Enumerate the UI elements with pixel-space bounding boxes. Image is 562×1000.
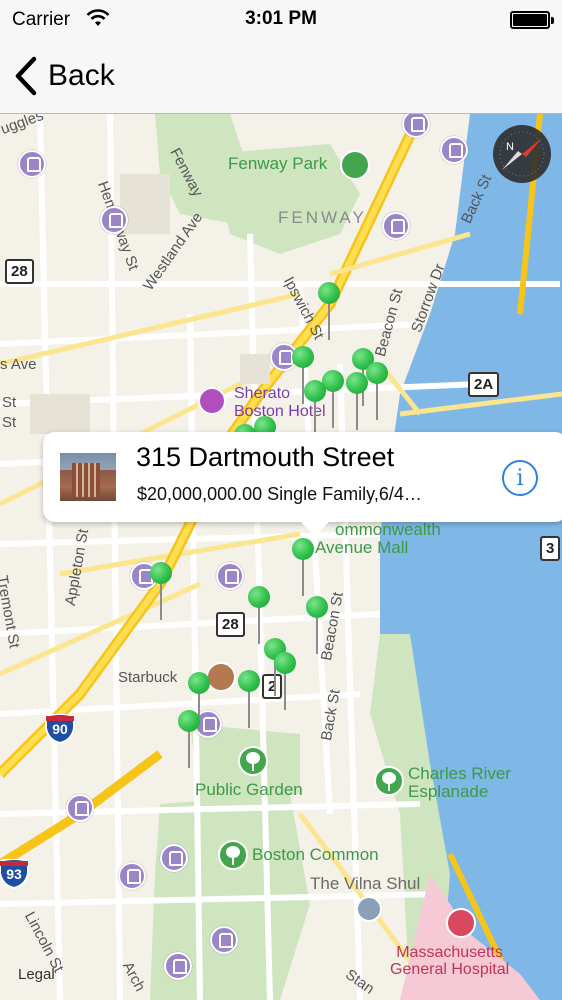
property-pin[interactable] [274, 652, 296, 710]
park-label-charles-river-2: Esplanade [408, 782, 489, 801]
pin-stick [332, 390, 334, 428]
pin-stick [248, 690, 250, 728]
hospital-icon [446, 908, 476, 938]
transit-station-icon[interactable] [440, 136, 468, 164]
pin-head [178, 710, 200, 732]
transit-station-icon[interactable] [18, 150, 46, 178]
pin-stick [188, 730, 190, 768]
pin-stick [302, 558, 304, 596]
property-pin[interactable] [346, 372, 368, 430]
transit-station-icon[interactable] [210, 926, 238, 954]
park-icon [238, 746, 268, 776]
pin-head [292, 538, 314, 560]
pin-head [238, 670, 260, 692]
poi-label-mgh-1: Massachusetts [396, 944, 503, 961]
interstate-shield-93: 93 [0, 858, 30, 890]
property-callout[interactable]: 315 Dartmouth Street $20,000,000.00 Sing… [43, 432, 562, 536]
route-shield-3-right: 3 [540, 536, 561, 561]
callout-subtitle: $20,000,000.00 Single Family,6/4… [137, 484, 422, 504]
property-pin[interactable] [178, 710, 200, 768]
pin-stick [258, 606, 260, 644]
transit-station-icon[interactable] [382, 212, 410, 240]
park-icon [374, 766, 404, 796]
pin-stick [316, 616, 318, 654]
property-pin[interactable] [188, 672, 210, 730]
property-pin[interactable] [304, 380, 326, 438]
pin-head [188, 672, 210, 694]
route-shield-28-left: 28 [5, 259, 34, 284]
back-button[interactable]: Back [12, 52, 115, 100]
interstate-shield-90: 90 [44, 713, 76, 745]
poi-label-vilna-shul: The Vilna Shul [310, 874, 421, 893]
transit-station-icon[interactable] [66, 794, 94, 822]
property-pin[interactable] [318, 282, 340, 340]
pin-head [274, 652, 296, 674]
status-bar: Carrier 3:01 PM [0, 0, 562, 40]
callout-title: 315 Dartmouth Street [136, 442, 395, 472]
info-glyph: i [516, 466, 524, 491]
park-label-public-garden: Public Garden [195, 780, 303, 799]
navigation-bar: Back [0, 40, 562, 114]
landmark-icon [356, 896, 382, 922]
park-label-boston-common: Boston Common [252, 845, 379, 864]
stadium-icon [340, 150, 370, 180]
map-view[interactable]: uggles Fenway Hemenway St FENWAY Fenway … [0, 114, 562, 1000]
battery-icon [510, 11, 554, 29]
pin-stick [356, 392, 358, 430]
property-thumbnail [60, 453, 116, 501]
status-time: 3:01 PM [245, 8, 317, 29]
pin-stick [328, 302, 330, 340]
transit-station-icon[interactable] [100, 206, 128, 234]
street-label-st-1: St [2, 394, 17, 411]
hotel-icon [198, 387, 226, 415]
pin-head [248, 586, 270, 608]
pin-stick [160, 582, 162, 620]
poi-label-mgh: Massachusetts General Hospital [390, 944, 509, 978]
park-label-fenway-park: Fenway Park [228, 154, 328, 173]
park-label-commonwealth-2: Avenue Mall [315, 538, 409, 557]
area-label-fenway: FENWAY [278, 208, 367, 227]
pin-head [306, 596, 328, 618]
poi-label-sheraton-2: Boston Hotel [234, 403, 326, 420]
route-shield-2a: 2A [468, 372, 500, 397]
poi-label-sheraton-1: Sherato [234, 385, 291, 402]
transit-station-icon[interactable] [164, 952, 192, 980]
info-icon[interactable]: i [502, 460, 538, 496]
park-icon [218, 840, 248, 870]
street-label-st-2: St [2, 414, 17, 431]
pin-head [304, 380, 326, 402]
street-label-s-ave: s Ave [0, 356, 37, 373]
compass-icon[interactable]: N [492, 124, 552, 184]
pin-head [150, 562, 172, 584]
poi-label-starbucks: Starbuck [118, 669, 178, 686]
back-button-label: Back [48, 59, 115, 92]
transit-station-icon[interactable] [216, 562, 244, 590]
pin-head [366, 362, 388, 384]
pin-head [292, 346, 314, 368]
pin-stick [284, 672, 286, 710]
park-label-charles-river-1: Charles River [408, 764, 511, 783]
route-shield-2-mid: 2 [262, 674, 283, 699]
pin-head [318, 282, 340, 304]
chevron-left-icon [15, 56, 37, 96]
property-pin[interactable] [150, 562, 172, 620]
pin-stick [376, 382, 378, 420]
property-pin[interactable] [366, 362, 388, 420]
cafe-icon [206, 662, 236, 692]
property-pin[interactable] [248, 586, 270, 644]
transit-station-icon[interactable] [160, 844, 188, 872]
property-pin[interactable] [306, 596, 328, 654]
legal-link[interactable]: Legal [18, 966, 55, 983]
property-pin[interactable] [238, 670, 260, 728]
poi-label-mgh-2: General Hospital [390, 961, 510, 978]
interstate-90-label: 90 [52, 721, 68, 737]
park-label-commonwealth-1: ommonwealth [335, 520, 441, 539]
property-pin[interactable] [292, 346, 314, 404]
property-pin[interactable] [292, 538, 314, 596]
svg-text:N: N [506, 141, 514, 153]
transit-station-icon[interactable] [118, 862, 146, 890]
interstate-93-label: 93 [6, 866, 22, 882]
pin-head [346, 372, 368, 394]
route-shield-28-mid: 28 [216, 612, 245, 637]
